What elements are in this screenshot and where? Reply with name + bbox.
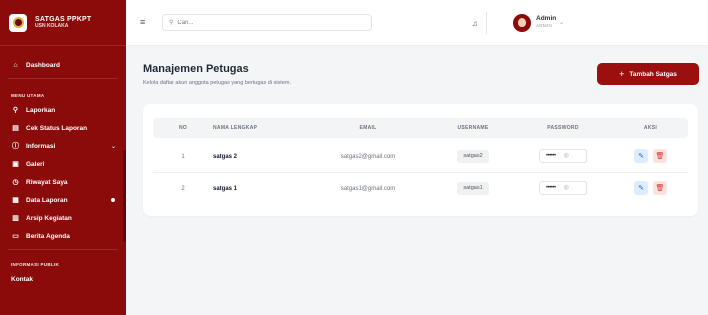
sidebar-item-kontak[interactable]: Kontak — [0, 270, 126, 288]
notification-dot — [111, 198, 115, 202]
edit-icon[interactable]: ✎ — [634, 181, 648, 196]
sidebar-item-dashboard[interactable]: ⌂ Dashboard — [0, 56, 126, 74]
password-field: •••••• ◎ — [539, 181, 587, 196]
sidebar-item-label: Data Laporan — [26, 196, 68, 204]
sidebar-item-label: Galeri — [26, 160, 45, 168]
user-role: ADMIN — [536, 22, 552, 28]
search-input[interactable] — [177, 19, 358, 26]
file-icon: ▦ — [12, 197, 19, 204]
sidebar-item-arsip[interactable]: ▥ Arsip Kegiatan — [0, 209, 126, 227]
info-icon: ⓘ — [12, 143, 19, 150]
avatar[interactable] — [513, 14, 531, 32]
sidebar-item-label: Kontak — [11, 275, 34, 283]
sidebar: SATGAS PPKPT USN KOLAKA ⌂ Dashboard MENU… — [0, 0, 126, 315]
sidebar-item-informasi[interactable]: ⓘ Informasi ⌄ — [0, 137, 126, 155]
officer-email: satgas2@gmail.com — [340, 154, 396, 160]
sidebar-item-laporkan[interactable]: ⚲ Laporkan — [0, 101, 126, 119]
eye-icon[interactable]: ◎ — [564, 141, 569, 172]
username-cell: satgas2 — [433, 142, 513, 173]
edit-icon[interactable]: ✎ — [634, 149, 648, 164]
table-header: NO NAMA LENGKAP EMAIL USERNAME PASSWORD … — [153, 118, 688, 138]
header-divider — [486, 12, 487, 34]
header-actions: AKSI — [643, 125, 658, 131]
sidebar-item-cek-status[interactable]: ▤ Cek Status Laporan — [0, 119, 126, 137]
officer-name: satgas 2 — [213, 154, 238, 160]
brand-subtitle: USN KOLAKA — [35, 22, 69, 29]
actions-cell: ✎ 🗑 — [613, 174, 688, 205]
officer-name: satgas 1 — [213, 186, 238, 192]
add-satgas-button[interactable]: + Tambah Satgas — [597, 63, 699, 85]
username-cell: satgas1 — [433, 174, 513, 205]
password-field: •••••• ◎ — [539, 149, 587, 164]
sidebar-divider — [8, 78, 118, 79]
sidebar-item-label: Riwayat Saya — [26, 178, 68, 186]
sidebar-item-riwayat[interactable]: ◷ Riwayat Saya — [0, 173, 126, 191]
archive-icon: ▥ — [12, 215, 19, 222]
user-menu[interactable]: Admin ADMIN — [536, 15, 556, 28]
user-name: Admin — [536, 15, 557, 22]
gallery-icon: ▣ — [12, 161, 19, 168]
sidebar-item-label: Dashboard — [26, 61, 60, 69]
header-password: PASSWORD — [547, 125, 579, 131]
username-badge: satgas1 — [457, 181, 489, 195]
sidebar-item-label: Informasi — [26, 142, 56, 150]
trash-icon[interactable]: 🗑 — [653, 149, 667, 164]
username-badge: satgas2 — [457, 149, 489, 163]
section-title-main: MENU UTAMA — [11, 93, 45, 98]
history-icon: ◷ — [12, 179, 19, 186]
section-title-public: INFORMASI PUBLIK — [11, 262, 60, 267]
row-number: 2 — [181, 186, 185, 192]
document-icon: ▤ — [12, 125, 19, 132]
header-email: EMAIL — [359, 125, 377, 131]
header-no: NO — [178, 125, 188, 131]
sidebar-item-label: Arsip Kegiatan — [26, 214, 72, 222]
search-box[interactable]: ⚲ — [162, 14, 372, 31]
pin-icon: ⚲ — [12, 107, 19, 114]
add-satgas-label: Tambah Satgas — [629, 70, 677, 78]
table-row: 1 satgas 2 satgas2@gmail.com satgas2 •••… — [153, 142, 688, 173]
row-number: 1 — [181, 154, 185, 160]
actions-cell: ✎ 🗑 — [613, 142, 688, 173]
sidebar-item-label: Berita Agenda — [26, 232, 70, 240]
chevron-down-icon: ⌄ — [110, 143, 116, 150]
top-header: ≡ ⚲ — [126, 0, 708, 46]
sidebar-item-label: Cek Status Laporan — [26, 124, 88, 132]
plus-icon: + — [619, 69, 625, 79]
menu-toggle-icon[interactable]: ≡ — [140, 18, 148, 27]
bell-icon[interactable]: ♫ — [472, 19, 478, 28]
search-icon: ⚲ — [169, 20, 174, 26]
trash-icon[interactable]: 🗑 — [653, 181, 667, 196]
chevron-down-icon[interactable]: ⌄ — [559, 19, 564, 26]
sidebar-item-galeri[interactable]: ▣ Galeri — [0, 155, 126, 173]
sidebar-divider — [8, 249, 118, 250]
eye-icon[interactable]: ◎ — [564, 173, 569, 204]
news-icon: ▭ — [12, 233, 19, 240]
password-cell: •••••• ◎ — [513, 174, 613, 205]
header-username: USERNAME — [457, 125, 489, 131]
sidebar-scrollbar[interactable] — [123, 150, 126, 242]
header-name: NAMA LENGKAP — [213, 125, 258, 131]
password-cell: •••••• ◎ — [513, 142, 613, 173]
brand[interactable]: SATGAS PPKPT USN KOLAKA — [0, 0, 126, 46]
password-mask: •••••• — [546, 184, 556, 191]
sidebar-item-label: Laporkan — [26, 106, 56, 114]
officer-email: satgas1@gmail.com — [340, 186, 396, 192]
home-icon: ⌂ — [13, 61, 18, 69]
page-subtitle: Kelola daftar akun anggota petugas yang … — [143, 80, 291, 86]
table-row: 2 satgas 1 satgas1@gmail.com satgas1 •••… — [153, 174, 688, 205]
sidebar-item-berita[interactable]: ▭ Berita Agenda — [0, 227, 126, 245]
university-logo — [9, 13, 27, 32]
page-title: Manajemen Petugas — [143, 63, 249, 75]
password-mask: •••••• — [546, 152, 556, 159]
sidebar-item-data-laporan[interactable]: ▦ Data Laporan — [0, 191, 126, 209]
officers-table-card: NO NAMA LENGKAP EMAIL USERNAME PASSWORD … — [143, 104, 698, 216]
